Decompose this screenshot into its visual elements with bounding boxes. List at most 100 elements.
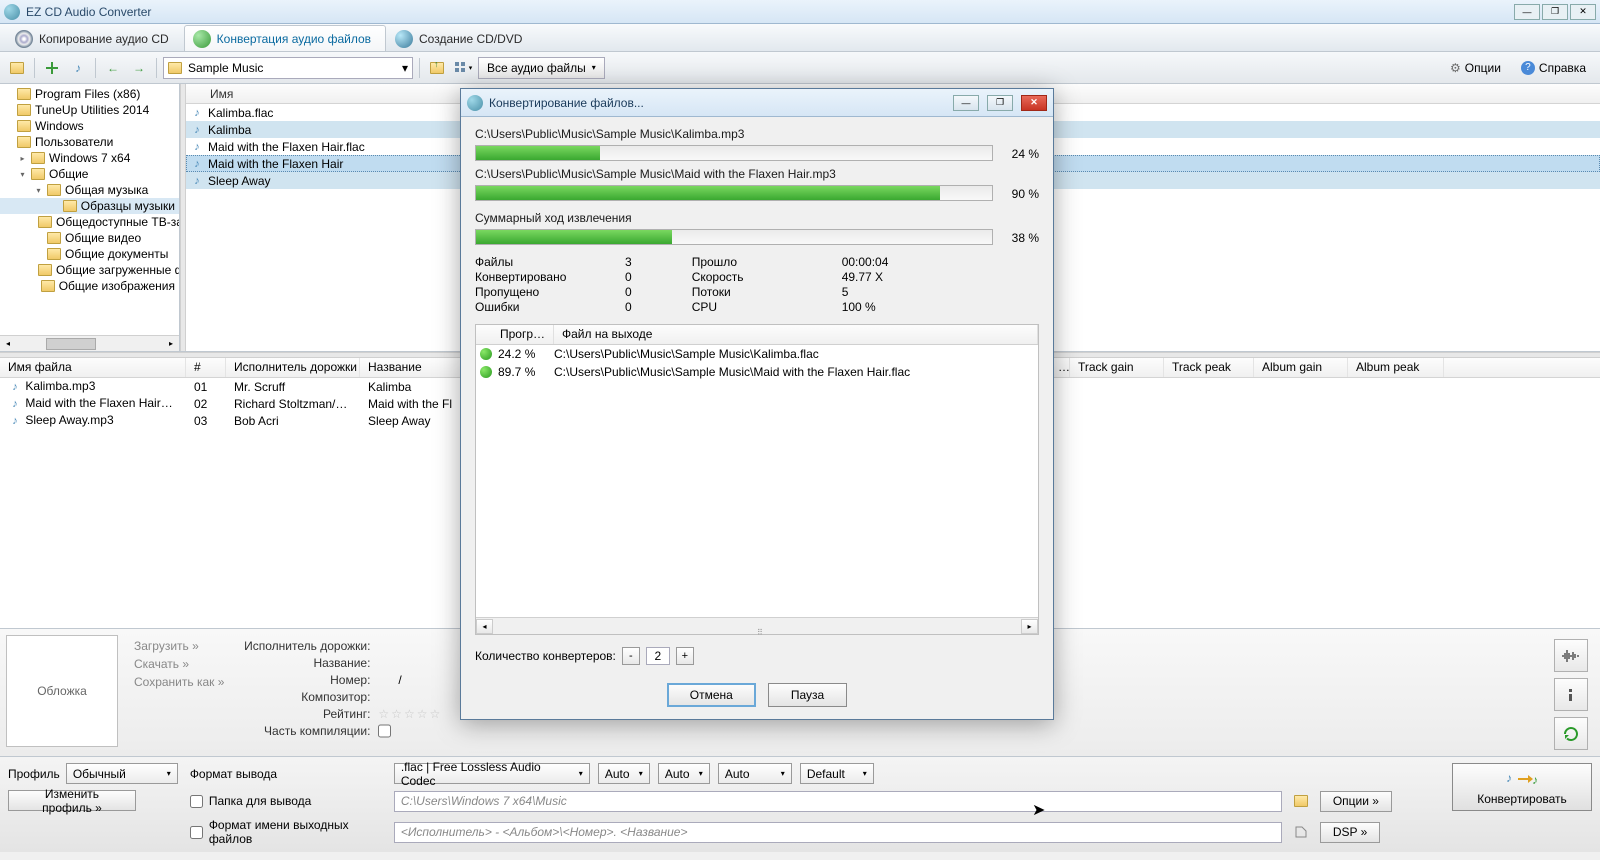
output-name-checkbox[interactable] — [190, 826, 203, 839]
tree-item[interactable]: Образцы музыки — [0, 198, 179, 214]
output-col[interactable]: Album gain — [1254, 358, 1348, 377]
file-filter-combo[interactable]: Все аудио файлы ▾ — [478, 57, 605, 79]
tree-item[interactable]: Общие документы — [0, 246, 179, 262]
close-button[interactable]: ✕ — [1570, 4, 1596, 20]
back-button[interactable]: ← — [102, 57, 124, 79]
decrement-button[interactable]: - — [622, 647, 640, 665]
rating-stars[interactable]: ☆☆☆☆☆ — [378, 707, 442, 721]
options-button[interactable]: ⚙ Опции — [1442, 57, 1509, 79]
profile-combo[interactable]: Обычный ▾ — [66, 763, 178, 784]
name-template-button[interactable] — [1290, 821, 1312, 843]
expander-icon[interactable] — [4, 122, 13, 131]
output-col[interactable]: Имя файла — [0, 358, 186, 377]
scroll-left-icon[interactable]: ◂ — [476, 619, 493, 634]
output-folder-checkbox[interactable] — [190, 795, 203, 808]
channels-combo[interactable]: Auto▾ — [718, 763, 792, 784]
scroll-right-icon[interactable]: ▸ — [1021, 619, 1038, 634]
output-files-list[interactable]: Прогр… Файл на выходе 24.2 %C:\Users\Pub… — [475, 324, 1039, 635]
download-cover-link[interactable]: Скачать » — [134, 657, 224, 671]
music-button[interactable]: ♪ — [67, 57, 89, 79]
waveform-button[interactable] — [1554, 639, 1588, 672]
dialog-close-button[interactable]: ✕ — [1021, 95, 1047, 111]
maximize-button[interactable]: ❐ — [1542, 4, 1568, 20]
output-name-input[interactable]: <Исполнитель> - <Альбом>\<Номер>. <Назва… — [394, 822, 1282, 843]
refresh-button[interactable] — [1554, 717, 1588, 750]
pause-button[interactable]: Пауза — [768, 683, 847, 707]
preset-combo[interactable]: Default▾ — [800, 763, 874, 784]
minimize-button[interactable]: — — [1514, 4, 1540, 20]
col-output-file[interactable]: Файл на выходе — [554, 325, 1038, 344]
tree-item[interactable]: Общие видео — [0, 230, 179, 246]
output-col[interactable]: Исполнитель дорожки — [226, 358, 360, 377]
expander-icon[interactable] — [4, 138, 13, 147]
expander-icon[interactable]: ▾ — [34, 186, 43, 195]
dialog-minimize-button[interactable]: — — [953, 95, 979, 111]
dialog-maximize-button[interactable]: ❐ — [987, 95, 1013, 111]
dsp-button[interactable]: DSP » — [1320, 822, 1380, 843]
tree-hscrollbar[interactable]: ◂▸ — [0, 335, 179, 351]
tree-item[interactable]: ▸Windows 7 x64 — [0, 150, 179, 166]
tree-item[interactable]: Пользователи — [0, 134, 179, 150]
tab-audio-convert[interactable]: Конвертация аудио файлов — [184, 25, 386, 51]
output-file-row[interactable]: 89.7 %C:\Users\Public\Music\Sample Music… — [476, 363, 1038, 381]
browse-button[interactable] — [6, 57, 28, 79]
expander-icon[interactable] — [50, 202, 59, 211]
tree-item[interactable]: Общие загруженные фа… — [0, 262, 179, 278]
folder-path-combo[interactable]: Sample Music ▾ — [163, 57, 413, 79]
info-button[interactable] — [1554, 678, 1588, 711]
expander-icon[interactable] — [4, 106, 13, 115]
output-col[interactable]: Track gain — [1070, 358, 1164, 377]
folder-icon — [168, 62, 182, 74]
expander-icon[interactable]: ▸ — [18, 154, 27, 163]
save-cover-link[interactable]: Сохранить как » — [134, 675, 224, 689]
output-col[interactable]: Track peak — [1164, 358, 1254, 377]
col-progress[interactable]: Прогр… — [476, 325, 554, 344]
tree-item[interactable]: ▾Общие — [0, 166, 179, 182]
number-separator: / — [378, 673, 401, 687]
tab-create-cd[interactable]: Создание CD/DVD — [386, 25, 537, 51]
forward-button[interactable]: → — [128, 57, 150, 79]
output-name-check[interactable]: Формат имени выходных файлов — [190, 818, 386, 846]
tree-item[interactable]: ▾Общая музыка — [0, 182, 179, 198]
tree-item[interactable]: Windows — [0, 118, 179, 134]
tree-item[interactable]: Program Files (x86) — [0, 86, 179, 102]
view-button[interactable]: ▾ — [452, 57, 474, 79]
cover-art-placeholder[interactable]: Обложка — [6, 635, 118, 747]
help-button[interactable]: ? Справка — [1513, 57, 1594, 79]
edit-profile-button[interactable]: Изменить профиль » — [8, 790, 136, 811]
expander-icon[interactable] — [34, 234, 43, 243]
increment-button[interactable]: + — [676, 647, 694, 665]
dialog-titlebar[interactable]: Конвертирование файлов... — ❐ ✕ — [461, 89, 1053, 117]
output-file-row[interactable]: 24.2 %C:\Users\Public\Music\Sample Music… — [476, 345, 1038, 363]
samplerate-combo[interactable]: Auto▾ — [598, 763, 650, 784]
convert-button[interactable]: ♪ ♪ Конвертировать — [1452, 763, 1592, 811]
tab-cd-copy[interactable]: Копирование аудио CD — [6, 25, 184, 51]
tree-item[interactable]: TuneUp Utilities 2014 — [0, 102, 179, 118]
converters-value[interactable]: 2 — [646, 647, 670, 665]
expander-icon[interactable] — [34, 250, 43, 259]
cancel-button[interactable]: Отмена — [667, 683, 756, 707]
tree-item[interactable]: Общедоступные ТВ-зап… — [0, 214, 179, 230]
output-folder-check[interactable]: Папка для вывода — [190, 794, 386, 808]
compilation-checkbox[interactable] — [378, 724, 391, 738]
output-col[interactable]: # — [186, 358, 226, 377]
tree-item[interactable]: Общие изображения — [0, 278, 179, 294]
expander-icon[interactable] — [4, 90, 13, 99]
load-cover-link[interactable]: Загрузить » — [134, 639, 224, 653]
expander-icon[interactable] — [34, 282, 37, 291]
bitdepth-combo[interactable]: Auto▾ — [658, 763, 710, 784]
format-label: Формат вывода — [190, 767, 386, 781]
music-icon: ♪ — [8, 380, 22, 394]
browse-output-button[interactable] — [1290, 790, 1312, 812]
add-file-button[interactable] — [41, 57, 63, 79]
expander-icon[interactable]: ▾ — [18, 170, 27, 179]
format-options-button[interactable]: Опции » — [1320, 791, 1392, 812]
horizontal-scrollbar[interactable]: ◂ ⠿ ▸ — [476, 617, 1038, 634]
folder-tree[interactable]: Program Files (x86)TuneUp Utilities 2014… — [0, 84, 180, 351]
column-name[interactable]: Имя — [202, 87, 241, 101]
up-folder-button[interactable]: ↑ — [426, 57, 448, 79]
format-combo[interactable]: .flac | Free Lossless Audio Codec▾ — [394, 763, 590, 784]
output-folder-input[interactable]: C:\Users\Windows 7 x64\Music — [394, 791, 1282, 812]
stat-key: Конвертировано — [475, 270, 585, 284]
output-col[interactable]: Album peak — [1348, 358, 1444, 377]
